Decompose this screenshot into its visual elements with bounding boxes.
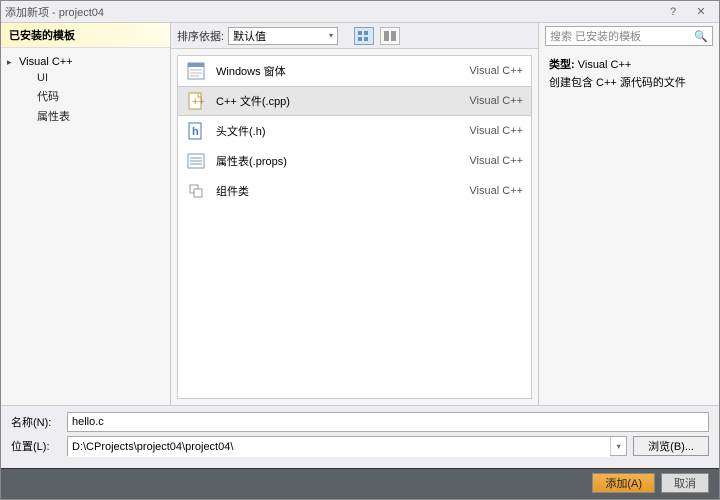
item-category: Visual C++ [469,95,523,107]
location-dropdown[interactable]: ▾ [610,437,626,455]
sort-dropdown[interactable]: 默认值 [228,27,338,45]
tree-item-ui[interactable]: UI [5,70,166,86]
template-tree: Visual C++ UI 代码 属性表 [1,48,170,132]
item-label: 属性表(.props) [216,153,469,169]
list-item[interactable]: 组件类 Visual C++ [178,176,531,206]
view-small-icons[interactable] [354,27,374,45]
cancel-button[interactable]: 取消 [661,473,709,493]
item-category: Visual C++ [469,155,523,167]
item-category: Visual C++ [469,185,523,197]
titlebar: 添加新项 - project04 ? ✕ [1,1,719,23]
list-item[interactable]: 属性表(.props) Visual C++ [178,146,531,176]
bottom-panel: 名称(N): 位置(L): ▾ 浏览(B)... [1,405,719,468]
cpp-file-icon: ++ [186,91,206,111]
description: 创建包含 C++ 源代码的文件 [549,75,709,93]
item-label: C++ 文件(.cpp) [216,93,469,109]
component-icon [186,181,206,201]
tree-item-property-sheet[interactable]: 属性表 [5,106,166,126]
right-panel: 搜索 已安装的模板 🔍 类型: Visual C++ 创建包含 C++ 源代码的… [539,23,719,405]
item-category: Visual C++ [469,65,523,77]
close-icon[interactable]: ✕ [687,3,715,21]
item-label: 头文件(.h) [216,123,469,139]
center-panel: 排序依据: 默认值 Windows 窗体 Visual C++ ++ [171,23,539,405]
add-button[interactable]: 添加(A) [592,473,655,493]
header-file-icon: h [186,121,206,141]
svg-text:++: ++ [192,96,205,108]
template-list: Windows 窗体 Visual C++ ++ C++ 文件(.cpp) Vi… [177,55,532,399]
browse-button[interactable]: 浏览(B)... [633,436,709,456]
grid-small-icon [358,31,370,41]
svg-text:h: h [192,126,199,138]
name-input[interactable] [67,412,709,432]
name-label: 名称(N): [11,414,61,430]
location-input[interactable] [68,437,610,457]
left-panel: 已安装的模板 Visual C++ UI 代码 属性表 [1,23,171,405]
list-item[interactable]: h 头文件(.h) Visual C++ [178,116,531,146]
form-icon [186,61,206,81]
search-icon: 🔍 [694,30,708,43]
sort-label: 排序依据: [177,28,224,44]
props-file-icon [186,151,206,171]
search-placeholder: 搜索 已安装的模板 [550,28,641,44]
help-icon[interactable]: ? [659,3,687,21]
type-value: Visual C++ [578,59,632,71]
item-label: 组件类 [216,183,469,199]
grid-medium-icon [384,31,396,41]
footer: 添加(A) 取消 [1,468,719,499]
view-medium-icons[interactable] [380,27,400,45]
item-label: Windows 窗体 [216,63,469,79]
list-item[interactable]: ++ C++ 文件(.cpp) Visual C++ [178,86,531,116]
type-label: 类型: [549,59,575,71]
item-category: Visual C++ [469,125,523,137]
installed-templates-header: 已安装的模板 [1,23,170,48]
toolbar: 排序依据: 默认值 [171,23,538,49]
info-panel: 类型: Visual C++ 创建包含 C++ 源代码的文件 [539,49,719,100]
tree-item-code[interactable]: 代码 [5,86,166,106]
location-label: 位置(L): [11,438,61,454]
list-item[interactable]: Windows 窗体 Visual C++ [178,56,531,86]
tree-item-visual-cpp[interactable]: Visual C++ [5,54,166,70]
search-box[interactable]: 搜索 已安装的模板 🔍 [545,26,713,46]
window-title: 添加新项 - project04 [5,4,659,20]
